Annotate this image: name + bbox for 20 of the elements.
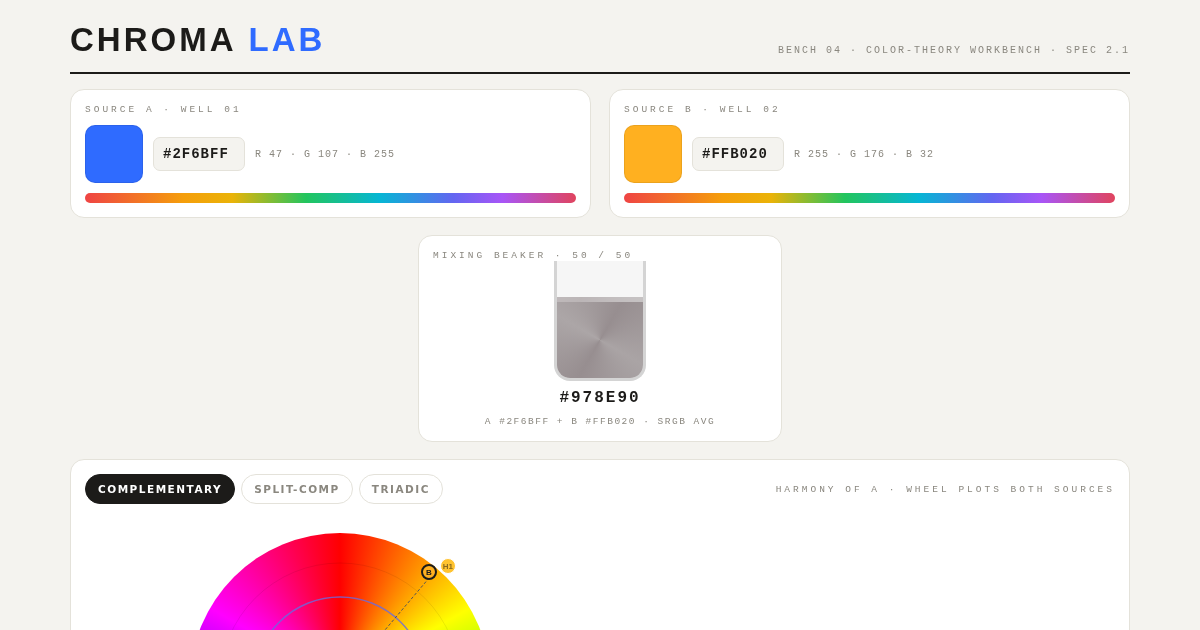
harmony-tab[interactable]: TRIADIC bbox=[358, 474, 443, 504]
source-label: SOURCE A · WELL 01 bbox=[85, 104, 243, 115]
color-swatch[interactable] bbox=[624, 125, 682, 183]
hex-field[interactable]: #2F6BFF bbox=[153, 137, 245, 171]
app-title: CHROMA bbox=[70, 20, 237, 60]
hex-field[interactable]: #FFB020 bbox=[692, 137, 784, 171]
app-title: LAB bbox=[248, 20, 326, 60]
hue-spectrum-bar[interactable] bbox=[624, 193, 1115, 203]
rgb-values: R 47 · G 107 · B 255 bbox=[255, 148, 396, 160]
harmony-tab[interactable]: SPLIT-COMP bbox=[241, 474, 353, 504]
harmony-note: HARMONY OF A · WHEEL PLOTS BOTH SOURCES bbox=[775, 483, 1115, 495]
beaker-label: MIXING BEAKER · 50 / 50 bbox=[433, 250, 634, 261]
hue-spectrum-bar[interactable] bbox=[85, 193, 576, 203]
bench-subtitle: BENCH 04 · COLOR-THEORY WORKBENCH · SPEC 2.1 bbox=[777, 45, 1130, 58]
mix-formula: A #2F6BFF + B #FFB020 · SRGB AVG bbox=[484, 416, 716, 427]
rgb-values: R 255 · G 176 · B 32 bbox=[794, 148, 935, 160]
color-swatch[interactable] bbox=[85, 125, 143, 183]
source-label: SOURCE B · WELL 02 bbox=[624, 104, 782, 115]
mix-hex: #978E90 bbox=[559, 389, 641, 407]
harmony-tab[interactable]: COMPLEMENTARY bbox=[85, 474, 236, 504]
